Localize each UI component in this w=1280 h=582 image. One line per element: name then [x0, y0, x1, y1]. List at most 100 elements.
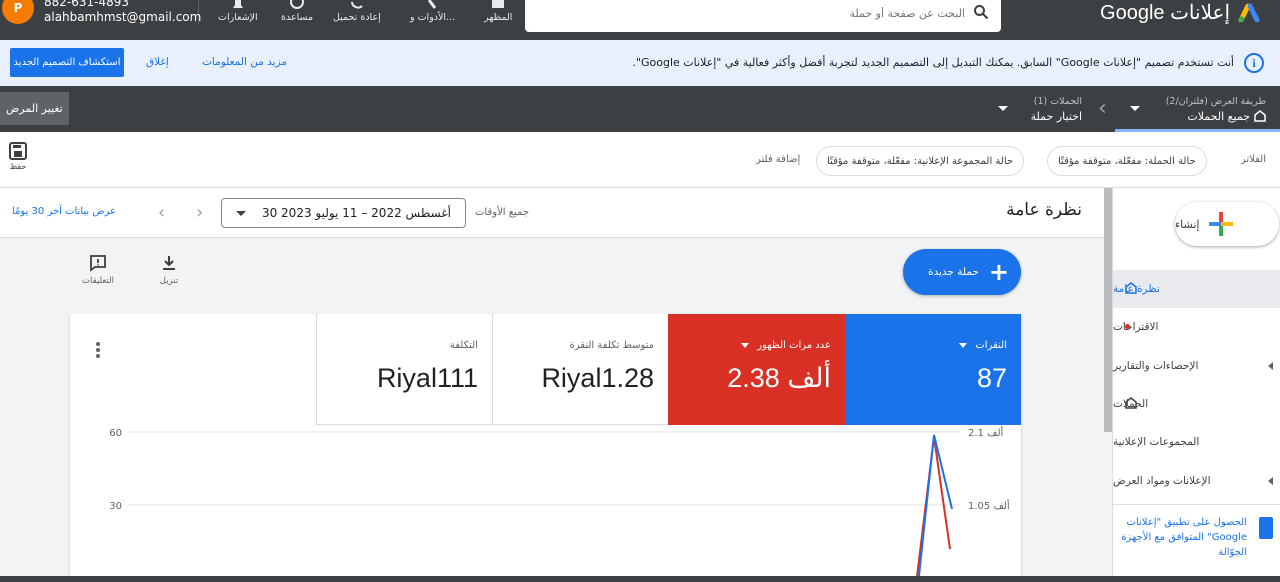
- mobile-app-promo[interactable]: الحصول على تطبيق "إعلانات Google" المتوا…: [1113, 504, 1280, 582]
- chevron-left-icon[interactable]: ‹: [158, 202, 165, 223]
- info-icon: i: [1244, 53, 1264, 73]
- wrench-icon: [425, 0, 441, 12]
- expand-arrow-icon: [1268, 477, 1273, 485]
- explore-new-design-button[interactable]: استكشاف التصميم الجديد: [10, 48, 124, 77]
- caret-down-icon: [741, 342, 750, 348]
- add-filter-button[interactable]: إضافة فلتر: [756, 154, 800, 165]
- campaign-selector-value: اختيار حملة: [1030, 110, 1082, 123]
- create-button[interactable]: إنشاء: [1175, 202, 1279, 246]
- plus-icon: +: [988, 258, 1009, 286]
- metric-clicks[interactable]: النقرات 87: [845, 314, 1021, 425]
- sidebar-item-campaigns[interactable]: الحملات: [1113, 385, 1280, 423]
- metric-impressions-value: 2.38 ألف: [727, 363, 831, 393]
- expand-arrow-icon: [1268, 362, 1273, 370]
- save-icon: [9, 142, 27, 160]
- save-button[interactable]: حفظ: [6, 142, 30, 171]
- save-label: حفظ: [9, 162, 27, 171]
- banner-message: أنت تستخدم تصميم "إعلانات Google" السابق…: [632, 56, 1234, 69]
- tools-button[interactable]: الأدوات و...: [410, 0, 455, 23]
- help-button[interactable]: مساعدة: [281, 0, 313, 23]
- right-tick-mid: 1.05 ألف: [968, 499, 1010, 512]
- sidebar: إنشاء نظرة عامة الاقتراحات الإحصاءات وال…: [1112, 188, 1280, 582]
- appearance-icon: [490, 0, 506, 12]
- adgroup-status-filter-chip[interactable]: حالة المجموعة الإعلانية: مفعّلة، متوقفة …: [816, 146, 1025, 176]
- main-scrollbar[interactable]: [1104, 188, 1112, 582]
- google-ads-logo: [1238, 2, 1260, 23]
- metric-clicks-label: النقرات: [975, 340, 1007, 351]
- sidebar-item-label: الإحصاءات والتقارير: [1113, 360, 1199, 372]
- chevron-icon: ‹: [1098, 96, 1107, 121]
- change-view-button[interactable]: تغيير المرض: [0, 92, 69, 125]
- appearance-button[interactable]: المظهر: [484, 0, 512, 23]
- brand[interactable]: إعلانات Google: [1100, 0, 1260, 24]
- metric-clicks-value: 87: [976, 363, 1007, 393]
- help-label: مساعدة: [281, 12, 314, 23]
- sidebar-item-ad-groups[interactable]: المجموعات الإعلانية: [1113, 423, 1280, 461]
- view-selector-text: جميع الحملات: [1187, 110, 1250, 123]
- main-content: نظرة عامة جميع الأوقات 30 أغسطس 2022 – 1…: [0, 188, 1104, 582]
- more-options-icon[interactable]: [96, 342, 100, 360]
- campaign-status-filter-chip[interactable]: حالة الحملة: مفعّلة، متوقفة مؤقتًا: [1047, 146, 1207, 176]
- home-icon: [1125, 397, 1137, 409]
- sidebar-item-label: الاقتراحات: [1113, 321, 1159, 333]
- filter-bar: الفلاتر حالة الحملة: مفعّلة، متوقفة مؤقت…: [0, 132, 1280, 188]
- close-banner-link[interactable]: إغلاق: [146, 56, 169, 68]
- notifications-label: الإشعارات: [218, 12, 258, 23]
- sidebar-item-overview[interactable]: نظرة عامة: [1113, 270, 1280, 308]
- search-box[interactable]: [525, 0, 1001, 32]
- download-button[interactable]: تنزيل: [149, 254, 189, 286]
- chevron-right-icon[interactable]: ›: [196, 202, 203, 223]
- home-icon: [1254, 110, 1266, 122]
- account-email: alahbamhmst@gmail.com: [44, 10, 202, 24]
- metric-cost[interactable]: التكلفة Riyal111: [316, 314, 492, 425]
- scrollbar-thumb[interactable]: [1104, 188, 1112, 432]
- campaign-dropdown-icon[interactable]: [998, 106, 1008, 111]
- feedback-button[interactable]: التعليقات: [78, 254, 118, 286]
- search-input[interactable]: [765, 6, 965, 20]
- sidebar-item-recommendations[interactable]: الاقتراحات: [1113, 308, 1280, 346]
- performance-card: النقرات 87 عدد مرات الظهور 2.38 ألف متوس…: [70, 314, 1021, 582]
- more-info-link[interactable]: مزيد من المعلومات: [202, 56, 287, 68]
- design-banner: i أنت تستخدم تصميم "إعلانات Google" السا…: [0, 40, 1280, 86]
- date-range-label: جميع الأوقات: [475, 207, 530, 218]
- mobile-promo-text: الحصول على تطبيق "إعلانات Google" المتوا…: [1121, 517, 1247, 558]
- notification-dot: [1125, 324, 1130, 329]
- view-selector-label: طريقة العرض (فلتران/2): [1165, 96, 1266, 107]
- campaign-selector[interactable]: الحملات (1) اختيار حملة: [1031, 94, 1082, 124]
- top-bar: إعلانات Google المظهر الأدوات و... إعادة…: [0, 0, 1280, 40]
- new-campaign-button[interactable]: حملة جديدة +: [903, 249, 1021, 295]
- view-selector-value: جميع الحملات: [1166, 109, 1266, 124]
- left-tick-60: 60: [109, 428, 122, 439]
- view-dropdown-icon[interactable]: [1130, 106, 1140, 111]
- clicks-series-line: [917, 434, 953, 582]
- metric-avg-cpc[interactable]: متوسط تكلفة النقرة Riyal1.28: [492, 314, 668, 425]
- new-campaign-label: حملة جديدة: [927, 266, 979, 278]
- metric-impressions-label: عدد مرات الظهور: [757, 340, 831, 351]
- taskbar: [0, 576, 1280, 582]
- home-icon: [1125, 282, 1137, 294]
- right-tick-top: 2.1 ألف: [968, 426, 1003, 439]
- overview-header: نظرة عامة جميع الأوقات 30 أغسطس 2022 – 1…: [0, 188, 1104, 238]
- metric-impressions[interactable]: عدد مرات الظهور 2.38 ألف: [668, 314, 845, 425]
- date-range-picker[interactable]: 30 أغسطس 2022 – 11 يوليو 2023: [221, 198, 466, 228]
- page-title: نظرة عامة: [1006, 200, 1082, 220]
- last-30-days-link[interactable]: عرض بيانات آخر 30 يومًا: [12, 206, 116, 217]
- sidebar-item-ads-assets[interactable]: الإعلانات ومواد العرض: [1113, 462, 1280, 500]
- sidebar-item-label: المجموعات الإعلانية: [1113, 436, 1200, 448]
- colorful-plus-icon: [1209, 212, 1234, 236]
- reload-button[interactable]: إعادة تحميل: [333, 0, 381, 23]
- feedback-icon: [90, 255, 106, 272]
- avatar[interactable]: P: [2, 0, 34, 24]
- account-id: 882-631-4893: [44, 0, 130, 9]
- metric-cost-value: Riyal111: [376, 363, 478, 393]
- create-label: إنشاء: [1175, 217, 1200, 231]
- left-tick-30: 30: [109, 501, 122, 512]
- sidebar-item-label: الإعلانات ومواد العرض: [1113, 475, 1211, 487]
- account-info[interactable]: 882-631-4893 alahbamhmst@gmail.com: [44, 0, 201, 25]
- notifications-button[interactable]: الإشعارات: [218, 0, 258, 23]
- metric-avg-cpc-label: متوسط تكلفة النقرة: [569, 340, 654, 351]
- view-selector[interactable]: طريقة العرض (فلتران/2) جميع الحملات: [1166, 94, 1266, 124]
- mobile-phone-icon: [1259, 517, 1273, 539]
- sidebar-item-insights-reports[interactable]: الإحصاءات والتقارير: [1113, 347, 1280, 385]
- metric-avg-cpc-value: Riyal1.28: [541, 363, 654, 393]
